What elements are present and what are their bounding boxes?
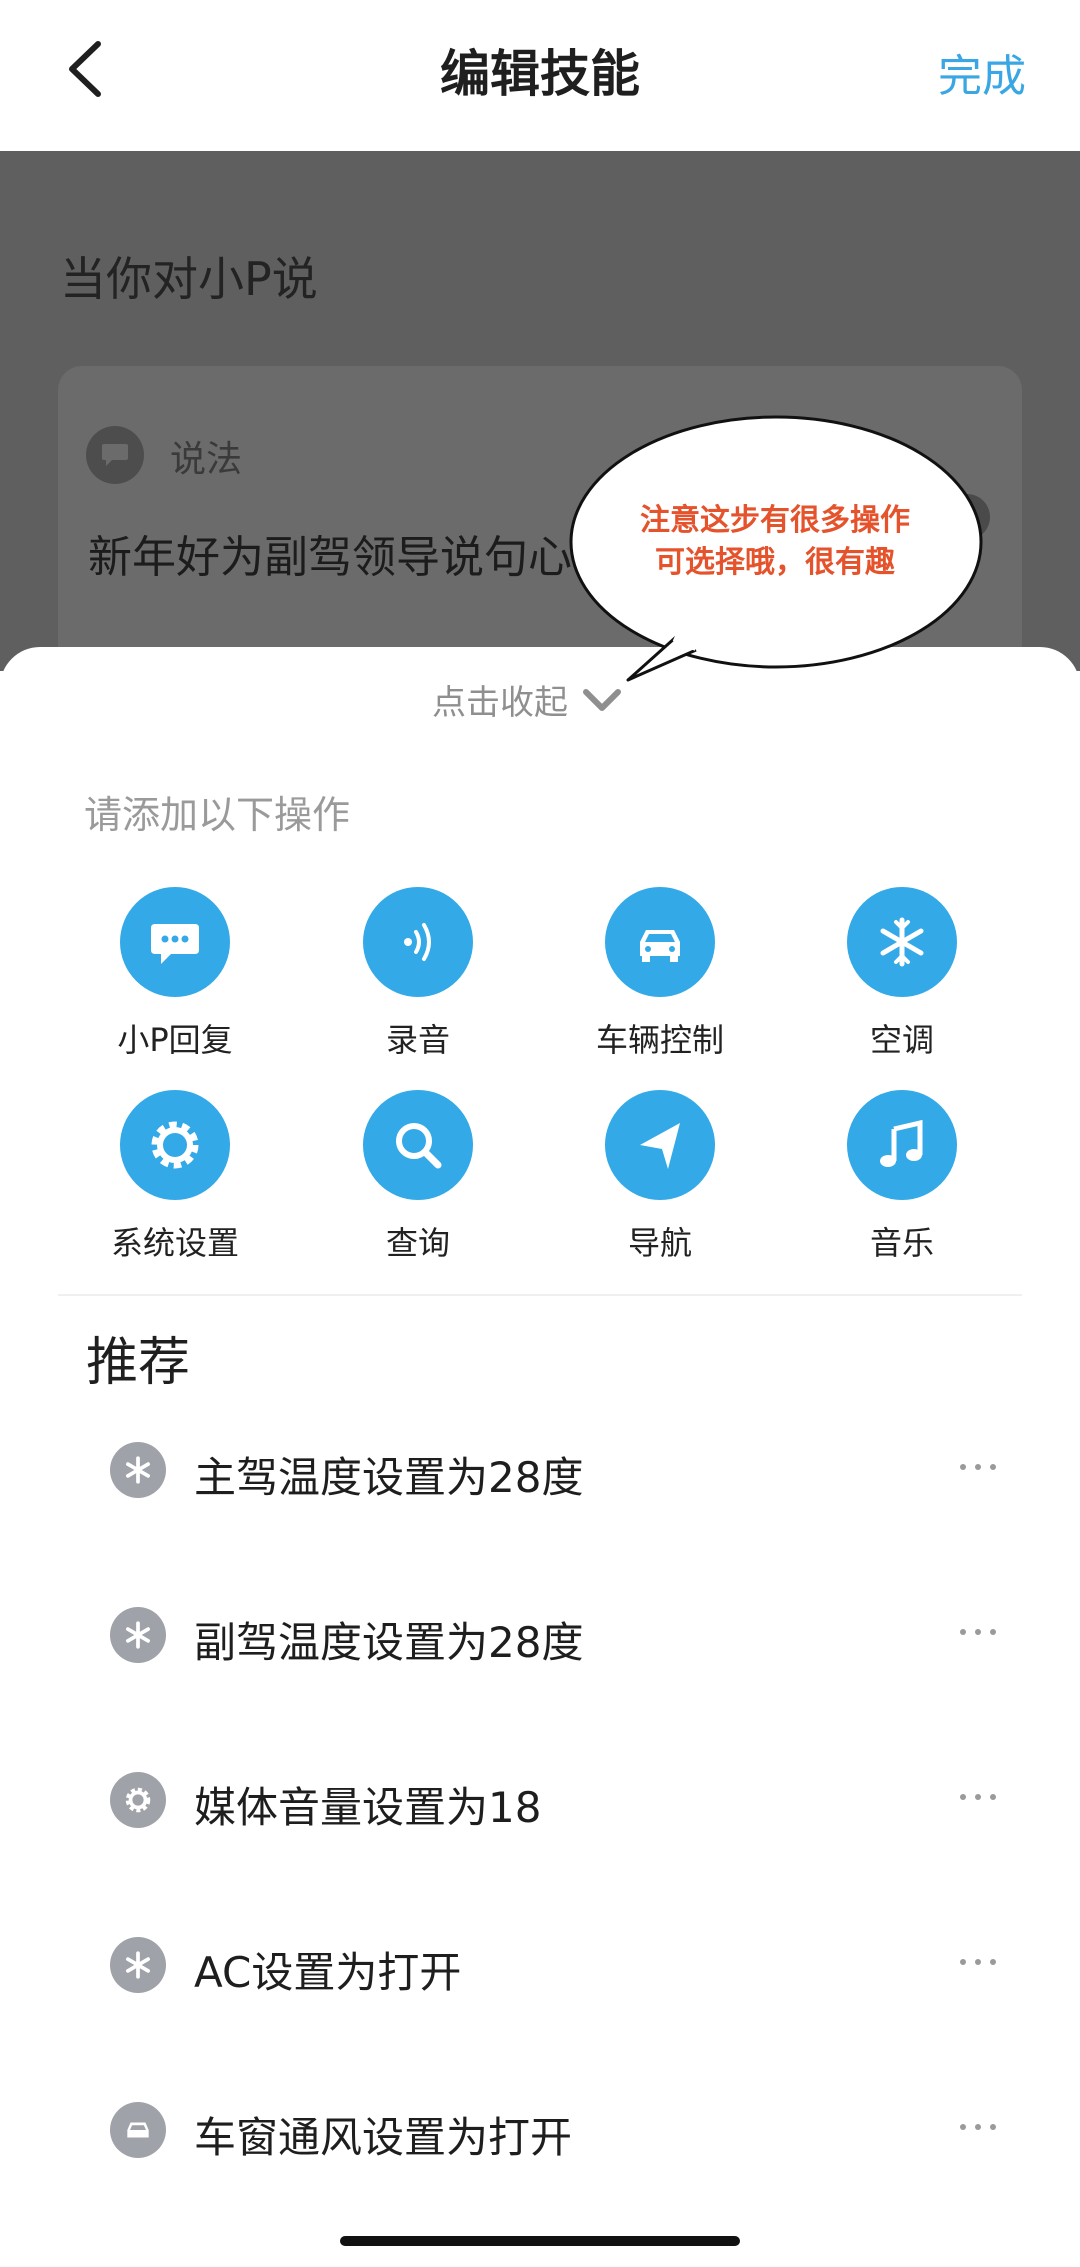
action-navigation[interactable]: 导航: [560, 1090, 760, 1264]
action-label: 小P回复: [117, 1021, 233, 1059]
more-icon[interactable]: [958, 1627, 998, 1637]
snowflake-icon: [110, 1607, 166, 1663]
action-query[interactable]: 查询: [318, 1090, 518, 1264]
more-icon[interactable]: [958, 1462, 998, 1472]
action-label: 系统设置: [110, 1224, 239, 1262]
snowflake-icon: [110, 1442, 166, 1498]
action-xiaop-reply[interactable]: 小P回复: [75, 887, 275, 1061]
trigger-heading: 当你对小P说: [60, 252, 318, 306]
recommendation-text: 车窗通风设置为打开: [194, 2113, 573, 2162]
search-icon: [363, 1090, 473, 1200]
more-icon[interactable]: [958, 2122, 998, 2132]
action-label: 查询: [385, 1224, 450, 1262]
gear-icon: [110, 1772, 166, 1828]
snowflake-icon: [847, 887, 957, 997]
recommendation-item[interactable]: 副驾温度设置为28度: [0, 1595, 1080, 1675]
car-icon: [110, 2102, 166, 2158]
action-music[interactable]: 音乐: [802, 1090, 1002, 1264]
recommendation-text: AC设置为打开: [194, 1948, 462, 1997]
more-icon[interactable]: [958, 1957, 998, 1967]
utterance-label: 说法: [170, 439, 243, 480]
snowflake-icon: [110, 1937, 166, 1993]
chat-icon: [86, 426, 144, 484]
chevron-down-icon: [583, 688, 621, 711]
action-label: 录音: [385, 1021, 450, 1059]
navigation-icon: [605, 1090, 715, 1200]
music-note-icon: [847, 1090, 957, 1200]
recommendation-text: 媒体音量设置为18: [194, 1783, 542, 1832]
chat-bubble-icon: [120, 887, 230, 997]
action-label: 空调: [869, 1021, 934, 1059]
recommendation-text: 副驾温度设置为28度: [194, 1618, 584, 1667]
action-vehicle-control[interactable]: 车辆控制: [560, 887, 760, 1061]
done-button[interactable]: 完成: [938, 40, 1026, 104]
recommendation-item[interactable]: 主驾温度设置为28度: [0, 1430, 1080, 1510]
action-label: 音乐: [869, 1224, 934, 1262]
action-label: 导航: [627, 1224, 692, 1262]
add-actions-label: 请添加以下操作: [84, 793, 351, 837]
top-bar: 编辑技能 完成: [0, 0, 1080, 151]
utterance-text[interactable]: 新年好为副驾领导说句心: [88, 521, 572, 585]
recommend-title: 推荐: [86, 1333, 191, 1393]
recommendation-item[interactable]: AC设置为打开: [0, 1925, 1080, 2005]
callout-line-2: 可选择哦，很有趣: [655, 545, 895, 580]
collapse-button[interactable]: 点击收起: [432, 675, 622, 724]
callout-line-1: 注意这步有很多操作: [640, 503, 910, 538]
action-label: 车辆控制: [595, 1021, 724, 1059]
home-indicator[interactable]: [340, 2236, 740, 2246]
divider: [58, 1294, 1022, 1296]
car-icon: [605, 887, 715, 997]
callout-text: 注意这步有很多操作 可选择哦，很有趣: [572, 500, 978, 584]
gear-icon: [120, 1090, 230, 1200]
more-icon[interactable]: [958, 1792, 998, 1802]
action-recording[interactable]: 录音: [318, 887, 518, 1061]
page-title: 编辑技能: [440, 45, 640, 103]
collapse-label: 点击收起: [432, 683, 568, 723]
recommendation-text: 主驾温度设置为28度: [194, 1453, 584, 1502]
recommendation-item[interactable]: 媒体音量设置为18: [0, 1760, 1080, 1840]
action-air-conditioning[interactable]: 空调: [802, 887, 1002, 1061]
sound-wave-icon: [363, 887, 473, 997]
recommendation-item[interactable]: 车窗通风设置为打开: [0, 2090, 1080, 2170]
action-system-settings[interactable]: 系统设置: [75, 1090, 275, 1264]
